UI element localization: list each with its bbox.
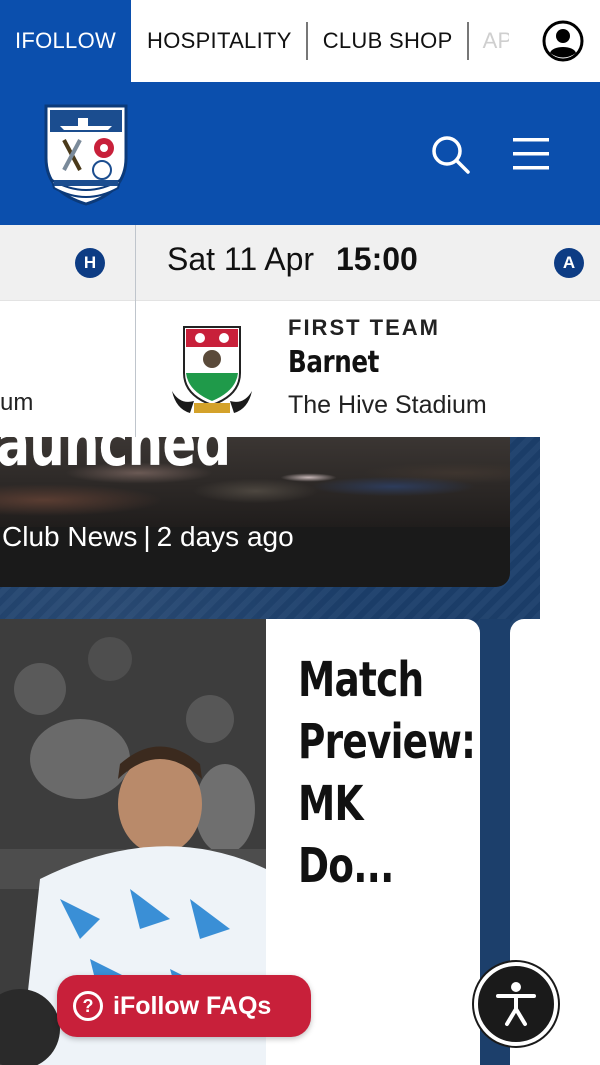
question-circle-icon: ?: [73, 991, 103, 1021]
nav-overflow-item[interactable]: AP: [469, 0, 509, 82]
news-card-category: Club News: [2, 521, 138, 552]
fixtures-carousel[interactable]: H um Sat 11 Apr 15:00 A FIRST TEAM Barne…: [0, 225, 600, 437]
barnet-crest-icon: [172, 326, 252, 413]
fixture-divider: [135, 225, 136, 437]
away-badge: A: [554, 248, 584, 278]
user-circle-icon: [542, 20, 584, 62]
nav-club-shop[interactable]: CLUB SHOP: [308, 0, 467, 82]
site-header: [0, 82, 600, 225]
account-button[interactable]: [542, 20, 584, 62]
faq-button-label: iFollow FAQs: [113, 991, 272, 1020]
nav-ifollow[interactable]: IFOLLOW: [0, 0, 131, 82]
news-card-headline: Match Preview: MK Do...: [298, 652, 476, 894]
meta-separator: |: [143, 521, 151, 552]
club-crest-icon: [44, 104, 128, 206]
ifollow-faqs-button[interactable]: ? iFollow FAQs: [57, 975, 311, 1037]
news-card-headline: launched: [0, 437, 231, 481]
search-button[interactable]: [430, 134, 472, 176]
home-badge: H: [75, 248, 105, 278]
accessibility-button[interactable]: [474, 962, 558, 1046]
fixture-date: Sat 11 Apr: [167, 241, 315, 277]
search-icon: [432, 136, 470, 174]
fixture-opponent[interactable]: Barnet: [288, 345, 379, 380]
news-gutter: [540, 437, 600, 619]
top-utility-bar: IFOLLOW HOSPITALITY CLUB SHOP AP: [0, 0, 600, 82]
news-card[interactable]: launched Club News | 2 days ago: [0, 437, 510, 587]
fixture-venue: The Hive Stadium: [288, 391, 487, 419]
fixture-team-type: FIRST TEAM: [288, 315, 440, 340]
nav-hospitality[interactable]: HOSPITALITY: [131, 0, 306, 82]
menu-button[interactable]: [511, 136, 551, 172]
hamburger-menu-icon: [513, 138, 549, 170]
accessibility-icon: [496, 982, 536, 1026]
fixture-time: 15:00: [336, 241, 418, 277]
news-card-age: 2 days ago: [156, 521, 294, 552]
previous-fixture-venue: um: [0, 389, 34, 416]
opponent-crest: [170, 321, 254, 417]
news-card-meta: Club News | 2 days ago: [2, 521, 294, 553]
club-logo[interactable]: [40, 96, 132, 208]
